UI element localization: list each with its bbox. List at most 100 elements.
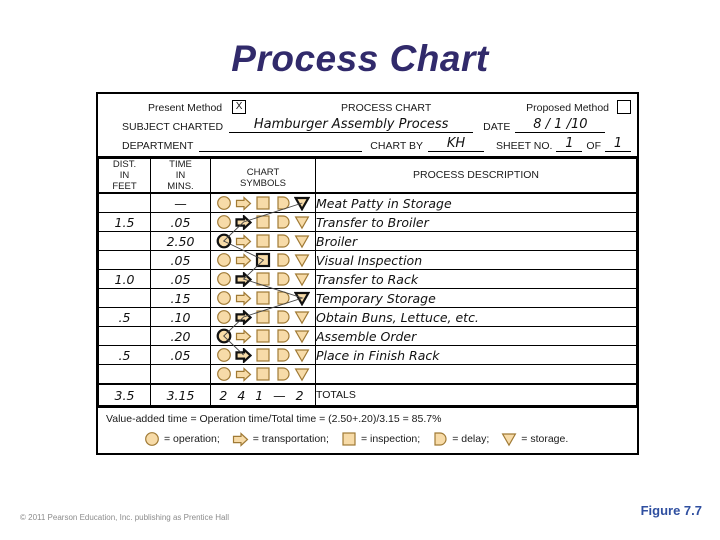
department-input[interactable] — [199, 151, 363, 152]
storage-symbol-icon[interactable] — [294, 253, 310, 268]
cell-distance[interactable]: 1.0 — [98, 269, 151, 289]
delay-symbol-icon[interactable] — [275, 309, 291, 325]
storage-symbol-icon[interactable] — [294, 329, 310, 344]
cell-distance[interactable] — [98, 326, 151, 346]
transportation-symbol-icon[interactable] — [235, 366, 252, 382]
operation-symbol-icon[interactable] — [216, 195, 232, 211]
subject-charted-input[interactable]: Hamburger Assembly Process — [229, 118, 474, 133]
storage-symbol-icon[interactable] — [293, 291, 311, 306]
sheet-of-input[interactable]: 1 — [605, 137, 631, 152]
transportation-symbol-icon[interactable] — [235, 252, 252, 268]
cell-distance[interactable] — [98, 364, 151, 385]
operation-symbol-icon[interactable] — [216, 347, 232, 363]
operation-symbol-icon[interactable] — [216, 309, 232, 325]
operation-symbol-icon[interactable] — [216, 271, 232, 287]
transportation-symbol-icon[interactable] — [235, 308, 253, 326]
operation-symbol-icon[interactable] — [216, 252, 232, 268]
cell-chart-symbols[interactable] — [210, 269, 316, 289]
cell-time[interactable]: .10 — [150, 307, 211, 327]
chart-by-input[interactable]: KH — [428, 137, 484, 152]
cell-chart-symbols[interactable] — [210, 192, 316, 213]
cell-time[interactable] — [150, 364, 211, 385]
transportation-symbol-icon[interactable] — [235, 233, 252, 249]
transportation-symbol-icon[interactable] — [235, 290, 252, 306]
inspection-symbol-icon[interactable] — [255, 271, 271, 287]
proposed-method-checkbox[interactable] — [617, 100, 631, 114]
inspection-symbol-icon[interactable] — [255, 290, 271, 306]
cell-chart-symbols[interactable] — [210, 288, 316, 308]
inspection-symbol-icon[interactable] — [255, 214, 271, 230]
cell-process-description[interactable]: Transfer to Broiler — [315, 212, 637, 232]
cell-process-description[interactable] — [315, 364, 637, 385]
cell-distance[interactable] — [98, 250, 151, 270]
date-input[interactable]: 8 / 1 /10 — [515, 118, 606, 133]
delay-symbol-icon[interactable] — [275, 233, 291, 249]
inspection-symbol-icon[interactable] — [255, 328, 271, 344]
cell-distance[interactable] — [98, 231, 151, 251]
storage-symbol-icon[interactable] — [293, 196, 311, 211]
storage-symbol-icon[interactable] — [294, 272, 310, 287]
operation-symbol-icon[interactable] — [216, 290, 232, 306]
cell-time[interactable]: .05 — [150, 212, 211, 232]
cell-process-description[interactable]: Visual Inspection — [315, 250, 637, 270]
cell-time[interactable]: .05 — [150, 269, 211, 289]
cell-time[interactable]: .20 — [150, 326, 211, 346]
table-body: — Meat Patty in Storage 1.5.05 Transfer to … — [98, 192, 637, 406]
delay-symbol-icon[interactable] — [275, 328, 291, 344]
inspection-symbol-icon[interactable] — [255, 366, 271, 382]
storage-symbol-icon[interactable] — [294, 310, 310, 325]
cell-distance[interactable]: .5 — [98, 307, 151, 327]
cell-chart-symbols[interactable] — [210, 345, 316, 365]
cell-process-description[interactable]: Broiler — [315, 231, 637, 251]
storage-symbol-icon[interactable] — [294, 367, 310, 382]
cell-time[interactable]: .05 — [150, 345, 211, 365]
delay-symbol-icon[interactable] — [275, 366, 291, 382]
operation-symbol-icon[interactable] — [216, 328, 232, 344]
inspection-symbol-icon[interactable] — [255, 233, 271, 249]
delay-symbol-icon[interactable] — [275, 214, 291, 230]
cell-process-description[interactable]: Assemble Order — [315, 326, 637, 346]
cell-process-description[interactable]: Transfer to Rack — [315, 269, 637, 289]
present-method-checkbox[interactable]: X — [232, 100, 247, 114]
cell-chart-symbols[interactable] — [210, 212, 316, 232]
transportation-symbol-icon[interactable] — [235, 270, 253, 288]
cell-distance[interactable] — [98, 192, 151, 213]
cell-chart-symbols[interactable] — [210, 231, 316, 251]
inspection-symbol-icon[interactable] — [255, 195, 271, 211]
storage-symbol-icon[interactable] — [294, 215, 310, 230]
inspection-symbol-icon[interactable] — [255, 347, 271, 363]
operation-symbol-icon[interactable] — [216, 233, 232, 249]
cell-distance[interactable]: .5 — [98, 345, 151, 365]
delay-symbol-icon[interactable] — [275, 271, 291, 287]
cell-time[interactable]: .05 — [150, 250, 211, 270]
cell-chart-symbols[interactable] — [210, 250, 316, 270]
cell-process-description[interactable]: Temporary Storage — [315, 288, 637, 308]
cell-distance[interactable] — [98, 288, 151, 308]
cell-time[interactable]: 2.50 — [150, 231, 211, 251]
transportation-symbol-icon[interactable] — [235, 328, 252, 344]
storage-symbol-icon[interactable] — [294, 348, 310, 363]
cell-chart-symbols[interactable] — [210, 307, 316, 327]
cell-process-description[interactable]: Obtain Buns, Lettuce, etc. — [315, 307, 637, 327]
delay-symbol-icon[interactable] — [275, 347, 291, 363]
inspection-symbol-icon[interactable] — [255, 309, 271, 325]
cell-chart-symbols[interactable] — [210, 364, 316, 385]
cell-process-description[interactable]: Place in Finish Rack — [315, 345, 637, 365]
delay-symbol-icon[interactable] — [275, 252, 291, 268]
storage-symbol-icon[interactable] — [294, 234, 310, 249]
cell-process-description[interactable]: Meat Patty in Storage — [315, 192, 637, 213]
cell-chart-symbols[interactable] — [210, 326, 316, 346]
transportation-symbol-icon[interactable] — [235, 195, 252, 211]
cell-time[interactable]: .15 — [150, 288, 211, 308]
cell-distance[interactable]: 1.5 — [98, 212, 151, 232]
transportation-symbol-icon[interactable] — [235, 346, 253, 364]
delay-symbol-icon[interactable] — [275, 195, 291, 211]
delay-symbol-icon[interactable] — [275, 290, 291, 306]
value-added-time-note: Value-added time = Operation time/Total … — [106, 413, 442, 425]
sheet-no-input[interactable]: 1 — [556, 137, 583, 152]
operation-symbol-icon[interactable] — [216, 366, 232, 382]
transportation-symbol-icon[interactable] — [235, 213, 253, 231]
inspection-symbol-icon[interactable] — [255, 252, 271, 268]
cell-time[interactable]: — — [150, 192, 211, 213]
operation-symbol-icon[interactable] — [216, 214, 232, 230]
